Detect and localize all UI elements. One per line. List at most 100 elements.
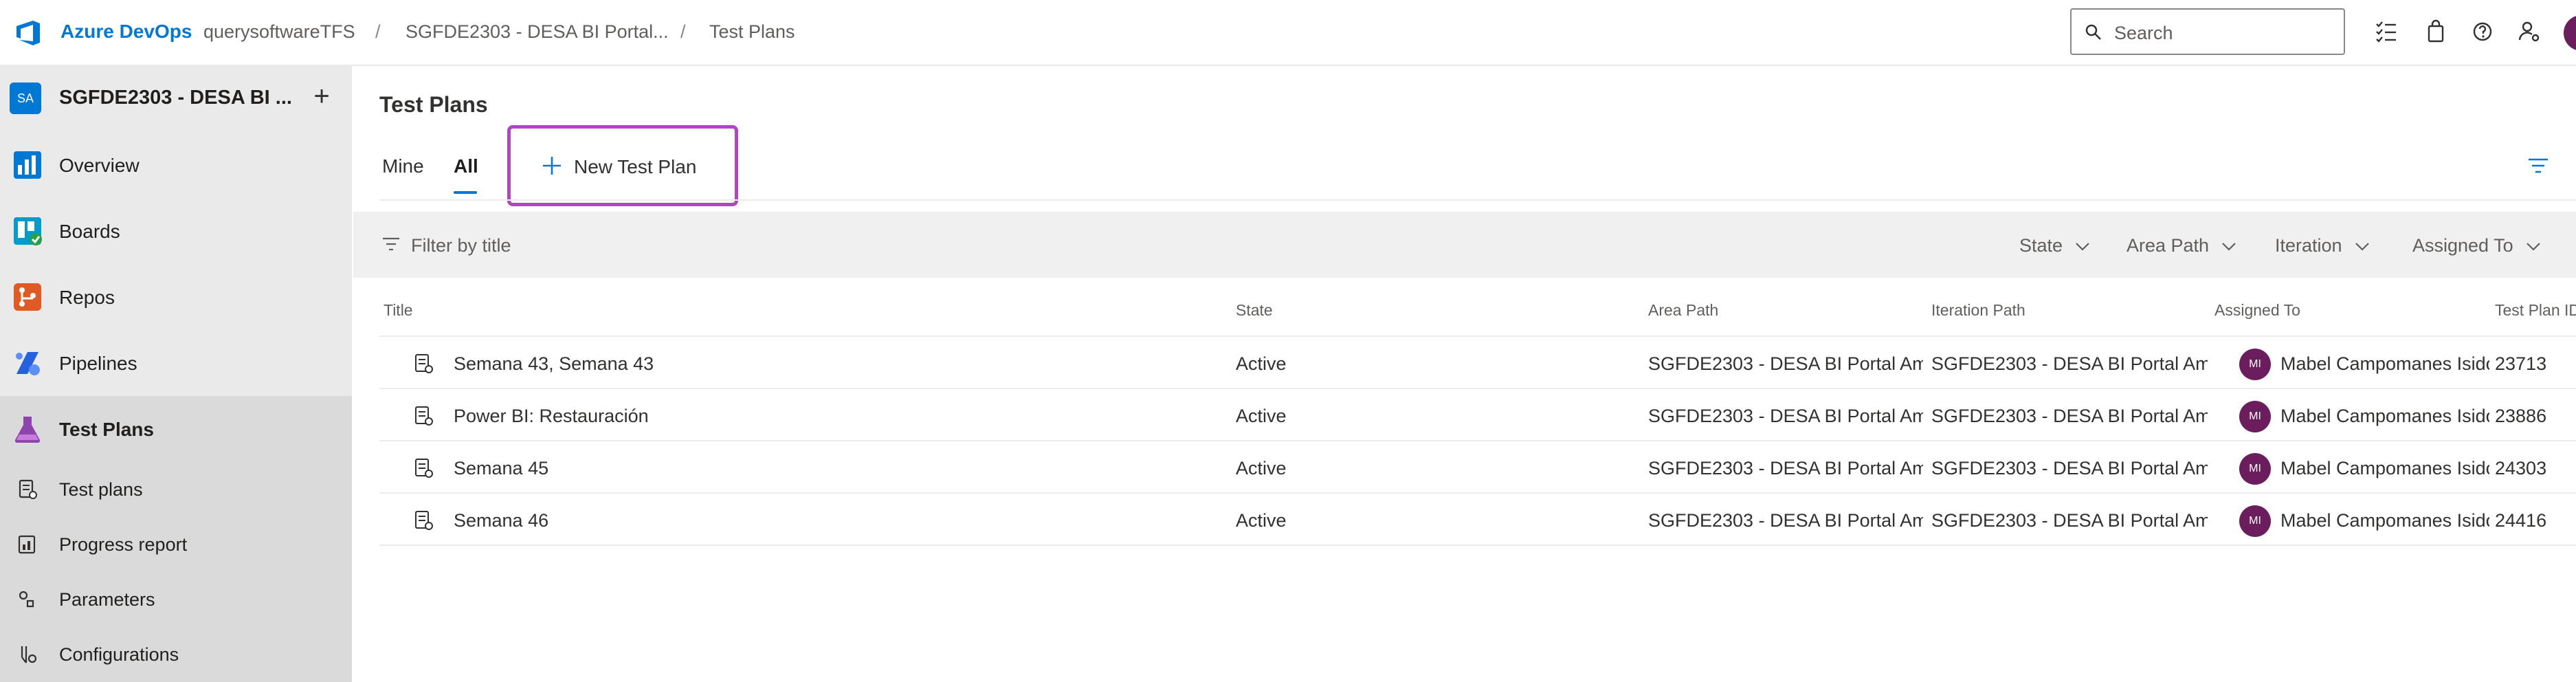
sidebar-item-label: Test Plans [59, 419, 154, 440]
row-state: Active [1236, 510, 1287, 531]
assigned-to-dropdown[interactable]: Assigned To [2412, 235, 2541, 256]
area-path-dropdown-label: Area Path [2127, 235, 2210, 256]
column-header-test-plan-id[interactable]: Test Plan ID [2495, 301, 2576, 320]
row-title[interactable]: Semana 45 [454, 458, 1210, 479]
row-iteration-path: SGFDE2303 - DESA BI Portal Am [1931, 353, 2208, 374]
plus-icon [543, 157, 561, 175]
row-state: Active [1236, 353, 1287, 374]
sidebar-item-label: Pipelines [59, 353, 137, 374]
row-title[interactable]: Power BI: Restauración [454, 406, 1210, 427]
configurations-icon [21, 646, 37, 663]
assignee-avatar: MI [2239, 401, 2271, 432]
azure-devops-logo-icon[interactable] [12, 16, 45, 50]
row-area-path: SGFDE2303 - DESA BI Portal Am [1648, 406, 1923, 426]
search-box[interactable]: Search [2070, 8, 2345, 55]
table-row[interactable]: Semana 43, Semana 43 Active SGFDE2303 - … [379, 338, 2576, 389]
overview-icon [14, 151, 41, 179]
test-plans-list-icon [19, 479, 37, 499]
column-header-assigned-to[interactable]: Assigned To [2214, 301, 2300, 320]
project-badge: SA [10, 82, 41, 114]
row-assigned-to: Mabel Campomanes Isidoro [2280, 458, 2489, 478]
sidebar-subitem-label: Parameters [59, 589, 155, 610]
sidebar-subitem-progress-report[interactable]: Progress report [0, 517, 352, 572]
tab-mine[interactable]: Mine [382, 155, 424, 177]
test-plan-icon [415, 406, 433, 426]
test-plan-icon [415, 511, 433, 530]
breadcrumb-project[interactable]: SGFDE2303 - DESA BI Portal... [406, 21, 669, 43]
add-button[interactable]: + [307, 82, 337, 113]
sidebar-item-pipelines[interactable]: Pipelines [0, 330, 352, 396]
table-row[interactable]: Power BI: Restauración Active SGFDE2303 … [379, 390, 2576, 441]
column-header-title[interactable]: Title [384, 301, 413, 320]
row-test-plan-id: 24303 [2495, 458, 2547, 478]
iteration-dropdown-label: Iteration [2275, 235, 2342, 256]
top-bar: Azure DevOps querysoftwareTFS / SGFDE230… [0, 0, 2576, 66]
row-assigned-to: Mabel Campomanes Isidoro [2280, 510, 2489, 531]
sidebar-subitem-parameters[interactable]: Parameters [0, 572, 352, 627]
assignee-avatar: MI [2239, 349, 2271, 380]
assignee-avatar: MI [2239, 505, 2271, 537]
breadcrumb-separator: / [375, 21, 381, 42]
new-test-plan-button[interactable]: New Test Plan [507, 125, 738, 206]
divider [379, 199, 2576, 201]
tab-selected-indicator [454, 191, 477, 194]
column-header-area-path[interactable]: Area Path [1648, 301, 1718, 320]
user-avatar[interactable] [2564, 15, 2576, 51]
search-placeholder: Search [2114, 23, 2173, 43]
breadcrumb-separator: / [680, 21, 686, 42]
chevron-down-icon [2355, 243, 2369, 251]
main-content: Test Plans Mine All New Test Plan Filter… [352, 66, 2576, 679]
breadcrumb-page[interactable]: Test Plans [709, 21, 795, 43]
progress-report-icon [18, 535, 36, 554]
test-plan-icon [415, 459, 433, 478]
sidebar-item-label: Overview [59, 155, 140, 176]
test-plan-icon [415, 354, 433, 373]
table-header: Title State Area Path Iteration Path Ass… [379, 297, 2576, 337]
sidebar-subitem-label: Test plans [59, 479, 143, 500]
sidebar-subitem-label: Progress report [59, 534, 188, 555]
row-title[interactable]: Semana 43, Semana 43 [454, 353, 1210, 375]
filter-icon[interactable] [2527, 154, 2550, 177]
sidebar-subitem-test-plans[interactable]: Test plans [0, 462, 352, 517]
sidebar-subitem-configurations[interactable]: Configurations [0, 627, 352, 682]
project-name[interactable]: SGFDE2303 - DESA BI ... [59, 87, 292, 109]
shopping-bag-icon[interactable] [2422, 18, 2450, 45]
pipelines-icon [16, 352, 40, 375]
row-iteration-path: SGFDE2303 - DESA BI Portal Am [1931, 406, 2208, 426]
sidebar-item-boards[interactable]: Boards [0, 198, 352, 264]
task-list-icon[interactable] [2373, 18, 2400, 45]
sidebar-item-overview[interactable]: Overview [0, 132, 352, 198]
row-iteration-path: SGFDE2303 - DESA BI Portal Am [1931, 510, 2208, 531]
state-dropdown-label: State [2019, 235, 2063, 256]
sidebar-item-label: Boards [59, 221, 120, 242]
tab-all[interactable]: All [454, 155, 478, 177]
filter-bar: Filter by title State Area Path Iteratio… [353, 212, 2576, 278]
table-row[interactable]: Semana 46 Active SGFDE2303 - DESA BI Por… [379, 495, 2576, 546]
row-state: Active [1236, 458, 1287, 478]
table-row[interactable]: Semana 45 Active SGFDE2303 - DESA BI Por… [379, 443, 2576, 494]
sidebar: SA SGFDE2303 - DESA BI ... + Overview Bo… [0, 66, 352, 682]
column-header-state[interactable]: State [1236, 301, 1273, 320]
sidebar-item-test-plans[interactable]: Test Plans [0, 396, 352, 462]
chevron-down-icon [2076, 243, 2089, 251]
sidebar-item-repos[interactable]: Repos [0, 264, 352, 330]
row-assigned-to: Mabel Campomanes Isidoro [2280, 353, 2489, 374]
iteration-dropdown[interactable]: Iteration [2275, 235, 2370, 256]
project-header[interactable]: SA SGFDE2303 - DESA BI ... + [0, 66, 352, 132]
chevron-down-icon [2526, 243, 2540, 251]
help-icon[interactable] [2469, 18, 2496, 45]
search-icon [2085, 24, 2101, 40]
column-header-iteration-path[interactable]: Iteration Path [1931, 301, 2025, 320]
row-area-path: SGFDE2303 - DESA BI Portal Am [1648, 458, 1923, 478]
breadcrumb-org[interactable]: querysoftwareTFS [203, 21, 355, 43]
state-dropdown[interactable]: State [2019, 235, 2090, 256]
area-path-dropdown[interactable]: Area Path [2127, 235, 2236, 256]
row-assigned-to: Mabel Campomanes Isidoro [2280, 406, 2489, 426]
user-settings-icon[interactable] [2516, 18, 2543, 45]
row-test-plan-id: 23886 [2495, 406, 2547, 426]
row-area-path: SGFDE2303 - DESA BI Portal Am [1648, 510, 1923, 531]
filter-icon [383, 237, 399, 251]
filter-by-title-input[interactable]: Filter by title [411, 235, 511, 256]
brand-link[interactable]: Azure DevOps [60, 21, 192, 43]
row-title[interactable]: Semana 46 [454, 510, 1210, 531]
